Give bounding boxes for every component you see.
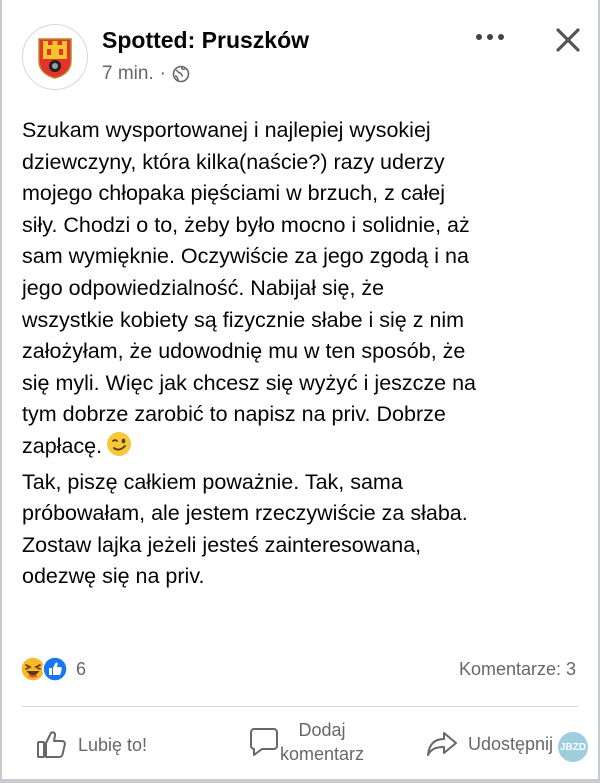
post-text: Szukam wysportowanej i najlepiej wysokie… [22, 115, 588, 593]
page-avatar[interactable] [22, 24, 88, 90]
share-arrow-icon [427, 732, 457, 756]
site-watermark: JBZD [558, 732, 588, 762]
reaction-count: 6 [76, 658, 87, 679]
wink-emoji [106, 431, 132, 467]
thumbs-up-icon [37, 731, 66, 758]
comment-bubble-icon [250, 728, 278, 756]
share-label: Udostępnij [468, 733, 554, 754]
post-text-main: Szukam wysportowanej i najlepiej wysokie… [22, 118, 476, 458]
more-options-button[interactable] [472, 22, 508, 52]
comment-label: Dodaj komentarz [280, 718, 364, 766]
divider [22, 706, 578, 707]
post-meta: 7 min. · [102, 63, 190, 85]
post-time[interactable]: 7 min. [102, 63, 154, 85]
like-label: Lubię to! [78, 734, 148, 755]
comments-count[interactable]: Komentarze: 3 [459, 659, 576, 680]
share-button[interactable]: Udostępnij [426, 730, 553, 758]
meta-separator: · [159, 63, 167, 84]
post-text-tail: Tak, piszę całkiem poważnie. Tak, sama p… [22, 469, 468, 589]
comment-button[interactable]: Dodaj komentarz [248, 718, 364, 766]
page-name[interactable]: Spotted: Pruszków [102, 27, 309, 54]
like-button[interactable]: Lubię to! [36, 730, 147, 760]
comment-label-line2: komentarz [280, 744, 365, 764]
post-card: Spotted: Pruszków 7 min. · Szukam wyspor… [0, 0, 600, 779]
more-dots-icon [476, 34, 504, 40]
globe-icon [172, 65, 190, 83]
like-reaction-icon [42, 656, 68, 682]
comment-label-line1: Dodaj [298, 720, 346, 740]
reactions-summary[interactable]: 6 [20, 656, 86, 682]
close-icon [556, 28, 580, 52]
bottom-frame-edge [0, 779, 600, 783]
close-button[interactable] [550, 22, 586, 58]
coat-of-arms-icon [38, 38, 72, 79]
